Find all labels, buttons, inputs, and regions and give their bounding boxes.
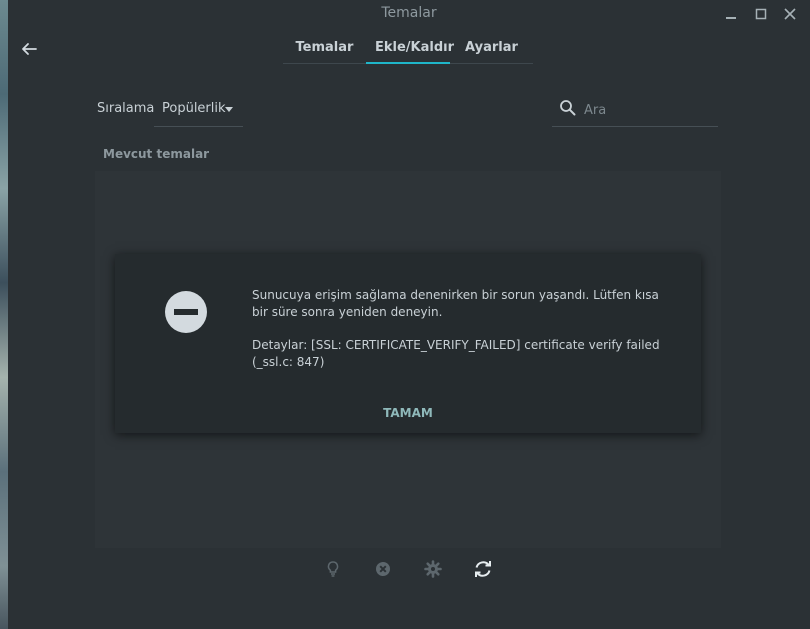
remove-icon[interactable]	[371, 557, 395, 581]
refresh-icon[interactable]	[471, 557, 495, 581]
minimize-icon[interactable]	[721, 4, 741, 24]
search-input[interactable]	[582, 100, 716, 120]
maximize-icon[interactable]	[751, 4, 771, 24]
error-message: Sunucuya erişim sağlama denenirken bir s…	[252, 287, 662, 387]
bottom-actions	[8, 557, 810, 581]
error-message-text: Sunucuya erişim sağlama denenirken bir s…	[252, 288, 659, 319]
tab-settings-label: Ayarlar	[465, 40, 518, 55]
chevron-down-icon	[225, 107, 233, 112]
search-box[interactable]	[552, 94, 718, 127]
arrow-left-icon	[22, 43, 37, 55]
ok-button[interactable]: TAMAM	[115, 406, 701, 420]
sort-label: Sıralama	[97, 101, 155, 116]
sort-dropdown-value: Popülerlik	[162, 101, 226, 116]
search-icon	[560, 100, 576, 116]
tab-add-remove-label: Ekle/Kaldır	[375, 40, 455, 55]
tab-themes[interactable]: Temalar	[283, 36, 366, 62]
tab-settings[interactable]: Ayarlar	[450, 36, 533, 62]
sort-dropdown[interactable]: Popülerlik	[154, 96, 243, 127]
error-minus-icon	[165, 291, 207, 333]
close-icon[interactable]	[780, 4, 800, 24]
list-header-title: Mevcut temalar	[103, 147, 210, 161]
window-title: Temalar	[381, 5, 437, 21]
back-button[interactable]	[18, 38, 40, 60]
titlebar: Temalar	[8, 0, 810, 28]
lightbulb-icon[interactable]	[321, 557, 345, 581]
list-header: Mevcut temalar	[95, 138, 721, 171]
themes-window: Temalar Temalar Ekle/Kaldır Ayarlar Sıra…	[8, 0, 810, 629]
desktop-background	[0, 0, 8, 629]
error-dialog: Sunucuya erişim sağlama denenirken bir s…	[115, 254, 701, 433]
tab-add-remove[interactable]: Ekle/Kaldır	[366, 36, 454, 64]
tab-bar: Temalar Ekle/Kaldır Ayarlar	[283, 36, 533, 64]
settings-gear-icon[interactable]	[421, 557, 445, 581]
error-details-text: Detaylar: [SSL: CERTIFICATE_VERIFY_FAILE…	[252, 338, 660, 369]
tab-themes-label: Temalar	[295, 40, 354, 55]
